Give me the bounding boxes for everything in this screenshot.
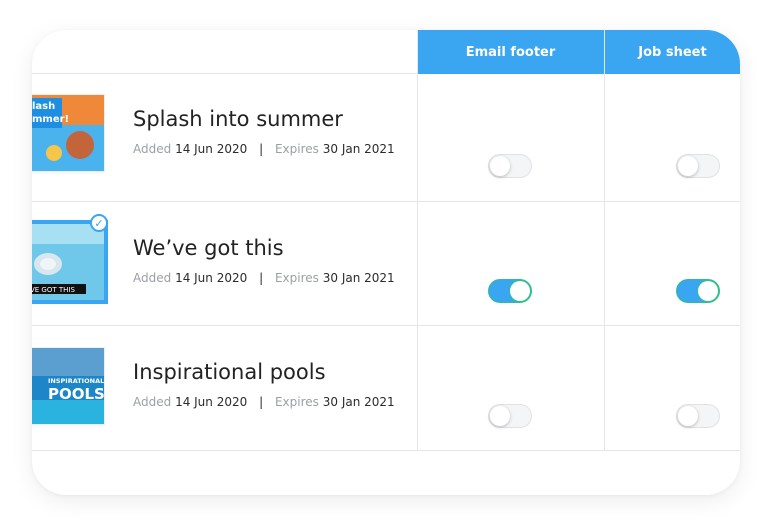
added-label: Added [133,142,172,156]
table-row: lash mmer! Splash into summer Added 14 J… [32,73,740,202]
thumbnail-image: INSPIRATIONAL POOLS [32,348,104,424]
thumbnail-caption: VE GOT THIS [32,286,75,294]
svg-text:mmer!: mmer! [32,114,69,125]
added-label: Added [133,271,172,285]
table-row: INSPIRATIONAL POOLS Inspirational pools … [32,326,740,451]
template-dates: Added 14 Jun 2020 | Expires 30 Jan 2021 [133,142,395,156]
separator: | [259,142,264,156]
template-title: Inspirational pools [133,360,326,384]
thumbnail-caption: INSPIRATIONAL [48,377,104,385]
check-icon[interactable]: ✓ [90,214,108,232]
svg-text:lash: lash [32,101,55,112]
email-footer-toggle[interactable] [488,404,532,428]
job-sheet-toggle[interactable] [676,154,720,178]
email-footer-toggle[interactable] [488,279,532,303]
expires-label: Expires [274,395,319,409]
thumbnail-image: VE GOT THIS [32,224,104,300]
template-title: We’ve got this [133,236,284,260]
email-footer-toggle[interactable] [488,154,532,178]
thumbnail-caption: POOLS [48,385,104,403]
column-header-email-footer[interactable]: Email footer [417,30,604,74]
column-header-job-sheet[interactable]: Job sheet [605,30,740,74]
thumbnail-image: INSPIRATIONAL POOLS [32,348,104,424]
thumbnail-splash[interactable]: lash mmer! [32,95,108,175]
expires-date: 30 Jan 2021 [322,271,395,285]
separator: | [259,395,264,409]
template-dates: Added 14 Jun 2020 | Expires 30 Jan 2021 [133,271,395,285]
expires-label: Expires [274,271,319,285]
job-sheet-toggle[interactable] [676,279,720,303]
thumbnail-image: lash mmer! [32,95,104,171]
thumbnail-image: VE GOT THIS [32,224,104,300]
expires-date: 30 Jan 2021 [322,142,395,156]
templates-table: Email footer Job sheet lash mmer! Splash… [32,30,740,495]
table-header-blank [32,30,417,74]
template-dates: Added 14 Jun 2020 | Expires 30 Jan 2021 [133,395,395,409]
added-date: 14 Jun 2020 [175,271,248,285]
job-sheet-toggle[interactable] [676,404,720,428]
thumbnail-inspirational-pools[interactable]: INSPIRATIONAL POOLS [32,348,108,428]
table-row: VE GOT THIS ✓ We’ve got this Added 14 Ju… [32,202,740,326]
added-label: Added [133,395,172,409]
expires-label: Expires [274,142,319,156]
separator: | [259,271,264,285]
added-date: 14 Jun 2020 [175,142,248,156]
template-title: Splash into summer [133,107,343,131]
expires-date: 30 Jan 2021 [322,395,395,409]
thumbnail-weve-got-this[interactable]: VE GOT THIS ✓ [32,214,108,304]
added-date: 14 Jun 2020 [175,395,248,409]
thumbnail-image: lash mmer! [32,95,104,171]
